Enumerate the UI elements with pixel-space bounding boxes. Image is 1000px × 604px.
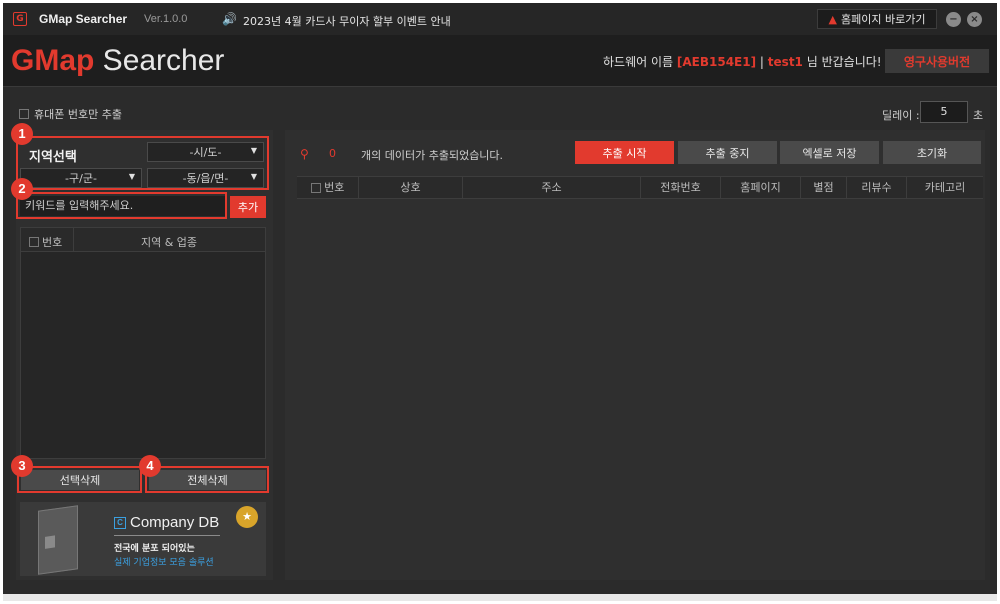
- delay-unit: 초: [973, 109, 984, 122]
- gugun-value: -구/군-: [65, 172, 97, 185]
- delay-input[interactable]: 5: [920, 101, 968, 123]
- brand-red-text: GMap: [11, 44, 95, 77]
- brand-white-text: Searcher: [94, 44, 225, 77]
- select-all-checkbox[interactable]: [29, 237, 39, 247]
- col-address: 주소: [463, 177, 641, 198]
- stop-extract-button[interactable]: 추출 중지: [678, 141, 777, 164]
- phone-only-checkbox[interactable]: [19, 109, 29, 119]
- notice-link[interactable]: 2023년 4월 카드사 무이자 할부 이벤트 안내: [243, 13, 451, 29]
- col-category: 카테고리: [924, 181, 966, 194]
- ad-title: C Company DB: [114, 514, 219, 531]
- header-number-label: 번호: [42, 236, 63, 249]
- add-keyword-button[interactable]: 추가: [230, 196, 266, 218]
- medal-icon: ★: [236, 506, 258, 528]
- start-extract-button[interactable]: 추출 시작: [575, 141, 674, 164]
- app-window: G GMap Searcher Ver.1.0.0 🔊 2023년 4월 카드사…: [3, 3, 997, 601]
- ad-line-2: 실제 기업정보 모음 솔루션: [114, 558, 214, 568]
- result-count: 0: [329, 147, 336, 160]
- hw-prefix: 하드웨어 이름: [603, 55, 674, 69]
- col-reviews: 리뷰수: [847, 177, 907, 198]
- step-badge-3: 3: [11, 455, 33, 477]
- title-bar: G GMap Searcher Ver.1.0.0 🔊 2023년 4월 카드사…: [3, 3, 997, 35]
- col-rating: 별점: [801, 177, 847, 198]
- chevron-down-icon: ▼: [250, 172, 257, 181]
- dong-select[interactable]: -동/읍/면- ▼: [147, 168, 264, 188]
- search-icon: ⚲: [300, 147, 309, 161]
- col-phone: 전화번호: [641, 177, 721, 198]
- save-excel-button[interactable]: 엑셀로 저장: [780, 141, 879, 164]
- select-all-results-checkbox[interactable]: [310, 183, 321, 193]
- app-logo-icon: G: [13, 12, 27, 26]
- home-icon: ▲: [828, 12, 837, 26]
- phone-only-option[interactable]: 휴대폰 번호만 추출: [19, 106, 122, 122]
- step-badge-1: 1: [11, 123, 33, 145]
- keyword-input[interactable]: 키워드를 입력해주세요.: [20, 196, 225, 216]
- col-homepage: 홈페이지: [721, 177, 801, 198]
- ad-divider: [114, 535, 220, 536]
- homepage-button-label: 홈페이지 바로가기: [841, 13, 926, 26]
- chevron-down-icon: ▼: [250, 146, 257, 155]
- hardware-info: 하드웨어 이름 [AEB154E1] | test1 님 반갑습니다!: [603, 53, 882, 70]
- user-name: test1: [767, 55, 803, 69]
- chevron-down-icon: ▼: [128, 172, 135, 181]
- app-version: Ver.1.0.0: [144, 13, 188, 25]
- results-table-header: 번호 상호 주소 전화번호 홈페이지 별점 리뷰수 카테고리: [297, 176, 983, 199]
- header-region-category: 지역 & 업종: [140, 236, 198, 249]
- left-panel: 지역선택 -시/도- ▼ -구/군- ▼ -동/읍/면- ▼ 키워드를 입력해주…: [11, 123, 273, 580]
- results-table-body: [297, 200, 983, 574]
- hw-id: [AEB154E1]: [676, 55, 757, 69]
- sido-value: -시/도-: [189, 146, 222, 159]
- ad-title-text: Company DB: [130, 514, 220, 531]
- step-badge-4: 4: [139, 455, 161, 477]
- delete-all-button[interactable]: 전체삭제: [149, 470, 266, 490]
- server-icon: [38, 505, 78, 575]
- close-icon[interactable]: ×: [967, 12, 982, 27]
- company-db-banner[interactable]: C Company DB 전국에 분포 되어있는 실제 기업정보 모음 솔루션 …: [20, 502, 266, 576]
- region-title: 지역선택: [29, 150, 77, 165]
- company-logo-icon: C: [114, 516, 126, 529]
- gugun-select[interactable]: -구/군- ▼: [20, 168, 142, 188]
- greeting: 님 반갑습니다!: [806, 55, 882, 69]
- col-number: 번호: [297, 177, 359, 198]
- reset-button[interactable]: 초기화: [883, 141, 981, 164]
- phone-only-label: 휴대폰 번호만 추출: [34, 108, 122, 121]
- brand-logo: GMap Searcher: [11, 45, 224, 77]
- app-title: GMap Searcher: [39, 12, 128, 26]
- delay-label: 딜레이 :: [882, 109, 920, 122]
- col-name: 상호: [359, 177, 463, 198]
- result-count-text: 개의 데이터가 추출되었습니다.: [361, 149, 504, 162]
- results-panel: ⚲ 0 개의 데이터가 추출되었습니다. 추출 시작 추출 중지 엑셀로 저장 …: [285, 130, 985, 580]
- homepage-button[interactable]: ▲ 홈페이지 바로가기: [817, 9, 937, 29]
- sido-select[interactable]: -시/도- ▼: [147, 142, 264, 162]
- keyword-table: 번호 지역 & 업종: [20, 227, 266, 459]
- header-number: 번호: [29, 234, 62, 250]
- hw-separator: |: [759, 55, 764, 69]
- step-badge-2: 2: [11, 178, 33, 200]
- minimize-icon[interactable]: −: [946, 12, 961, 27]
- speaker-icon: 🔊: [222, 12, 237, 26]
- window-bottom-edge: [3, 594, 997, 601]
- keyword-table-header: 번호 지역 & 업종: [21, 228, 265, 252]
- col-number-label: 번호: [324, 181, 345, 194]
- header: GMap Searcher 하드웨어 이름 [AEB154E1] | test1…: [3, 35, 997, 87]
- dong-value: -동/읍/면-: [182, 172, 229, 185]
- ad-line-1: 전국에 분포 되어있는: [114, 544, 195, 554]
- delete-selected-button[interactable]: 선택삭제: [21, 470, 139, 490]
- permanent-license-button[interactable]: 영구사용버전: [885, 49, 989, 73]
